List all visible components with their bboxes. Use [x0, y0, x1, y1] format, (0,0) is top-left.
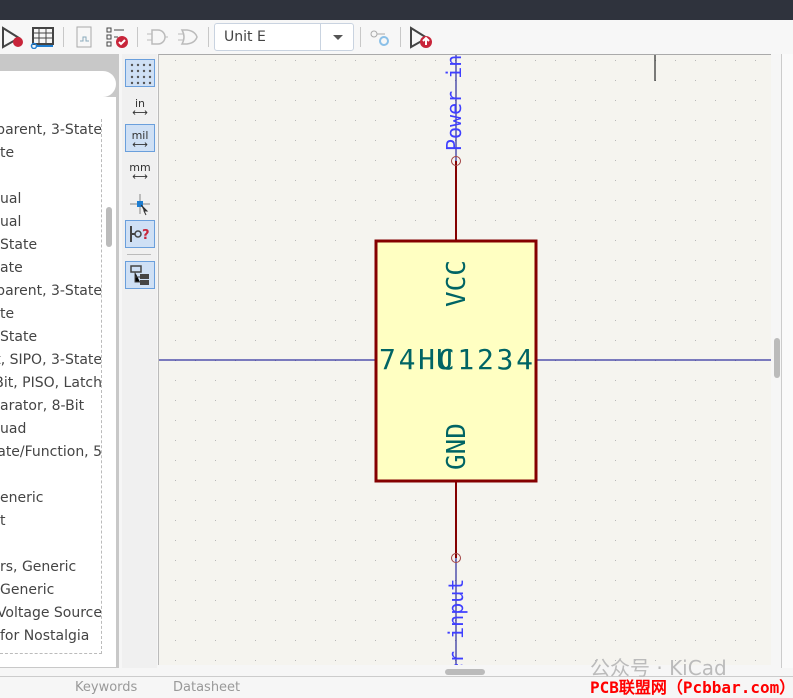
- library-tree-scrollbar[interactable]: [106, 207, 112, 247]
- library-tree-item-label: ual: [0, 191, 22, 207]
- library-tree-item[interactable]: eneric: [0, 487, 101, 510]
- library-tree-item-label: State: [0, 329, 38, 345]
- library-tree-item[interactable]: Voltage Source: [0, 602, 102, 625]
- symbol-properties-icon[interactable]: [0, 24, 26, 50]
- gnd-pin-name: GND: [442, 423, 472, 470]
- library-tree-item-label: eneric: [0, 490, 44, 506]
- symbol-library-panel: sparent, 3-State te ual ual State ate sparent,…: [0, 54, 119, 668]
- main-toolbar: Unit E: [0, 20, 793, 54]
- library-tree-item-label: uad: [0, 421, 27, 437]
- title-bar: [0, 0, 793, 20]
- library-tree-item[interactable]: arator, 8-Bit: [0, 395, 101, 418]
- library-tree-item-label: t: [0, 513, 6, 529]
- library-tree-item-label: rs, Generic: [0, 559, 77, 575]
- library-tree-item-label: Bit, SIPO, 3-State: [0, 352, 102, 368]
- library-tree-item-label: Generic: [0, 582, 55, 598]
- unit-select[interactable]: Unit E: [214, 23, 354, 51]
- library-tree-item[interactable]: Generic: [0, 579, 101, 602]
- library-tree-item[interactable]: for Nostalgia: [0, 625, 101, 648]
- bottom-pin-label: er input: [444, 579, 468, 665]
- library-tree-item[interactable]: [0, 533, 101, 556]
- library-tree-item[interactable]: ate: [0, 257, 101, 280]
- show-pin-electrical-type-icon[interactable]: ?: [125, 220, 155, 248]
- library-tree-item-label: sparent, 3-State: [0, 283, 102, 299]
- top-pin-label: Power in: [442, 55, 466, 151]
- library-tree-item[interactable]: [0, 464, 101, 487]
- tab-keywords[interactable]: Keywords: [75, 680, 137, 695]
- hierarchy-navigator-icon[interactable]: [125, 261, 155, 289]
- update-symbol-icon[interactable]: [408, 24, 434, 50]
- symbol-editor-canvas[interactable]: Power in er input VCC GND 74HC1234 U: [158, 54, 771, 665]
- link-pins-icon[interactable]: [368, 24, 392, 50]
- library-tree-item[interactable]: sparent, 3-State: [0, 280, 102, 303]
- svg-text:?: ?: [142, 228, 150, 243]
- library-tree-item-label: Voltage Source: [0, 605, 102, 621]
- grid-toggle-icon[interactable]: [125, 59, 155, 87]
- library-tree-item[interactable]: sparent, 3-State: [0, 119, 102, 142]
- library-tree-item[interactable]: te: [0, 142, 101, 165]
- library-tree-item-label: Bit, PISO, Latch: [0, 375, 102, 391]
- library-tree-item-label: te: [0, 306, 15, 322]
- datasheet-icon[interactable]: [72, 24, 96, 50]
- cursor-crosshair-icon[interactable]: [125, 190, 155, 218]
- unit-select-value: Unit E: [224, 29, 266, 45]
- pin-table-icon[interactable]: [28, 24, 56, 50]
- right-panel: [781, 54, 793, 668]
- library-tree-item[interactable]: State: [0, 326, 101, 349]
- library-tree-item-label: State: [0, 237, 38, 253]
- canvas-vertical-scrollbar[interactable]: [774, 338, 780, 378]
- tab-datasheet[interactable]: Datasheet: [173, 680, 240, 695]
- reference-text[interactable]: U: [436, 343, 453, 376]
- library-tree-item-label: te: [0, 145, 15, 161]
- library-tree-item[interactable]: Bit, PISO, Latch: [0, 372, 102, 395]
- watermark-pcbbar: PCB联盟网（Pcbbar.com）: [590, 678, 793, 697]
- library-search-input[interactable]: [0, 71, 116, 97]
- library-tree-item-label: sparent, 3-State: [0, 122, 102, 138]
- chevron-down-icon[interactable]: [320, 24, 353, 50]
- library-tree-item[interactable]: ual: [0, 188, 101, 211]
- library-tree-item[interactable]: t: [0, 510, 101, 533]
- library-tree-item-label: arator, 8-Bit: [0, 398, 85, 414]
- library-tree-item-label: ual: [0, 214, 22, 230]
- demorgan-alternate-icon[interactable]: [176, 24, 200, 50]
- library-tree-item[interactable]: Bit, SIPO, 3-State: [0, 349, 102, 372]
- library-tree-item[interactable]: [0, 165, 101, 188]
- library-tree-item[interactable]: te: [0, 303, 101, 326]
- left-tools-toolbar: in ⟷ mil ⟷ mm ⟷ ?: [122, 54, 157, 668]
- library-tree[interactable]: sparent, 3-State te ual ual State ate sparent,…: [0, 97, 117, 667]
- library-tree-item-label: for Nostalgia: [0, 628, 90, 644]
- units-mm-button[interactable]: mm ⟷: [125, 156, 155, 184]
- toolbar-divider: [127, 254, 151, 255]
- library-tree-item[interactable]: Gate/Function, 5: [0, 441, 102, 464]
- library-tree-item-label: Gate/Function, 5: [0, 444, 102, 460]
- check-symbol-icon[interactable]: [104, 24, 130, 50]
- units-inches-button[interactable]: in ⟷: [125, 92, 155, 120]
- library-tree-item[interactable]: ual: [0, 211, 101, 234]
- units-mils-button[interactable]: mil ⟷: [125, 124, 155, 152]
- library-tree-item-label: ate: [0, 260, 23, 276]
- library-tree-item[interactable]: State: [0, 234, 101, 257]
- vcc-pin-name: VCC: [442, 260, 472, 307]
- canvas-horizontal-scrollbar[interactable]: [445, 669, 485, 675]
- demorgan-standard-icon[interactable]: [145, 24, 169, 50]
- library-tree-item[interactable]: uad: [0, 418, 101, 441]
- library-tree-item[interactable]: rs, Generic: [0, 556, 101, 579]
